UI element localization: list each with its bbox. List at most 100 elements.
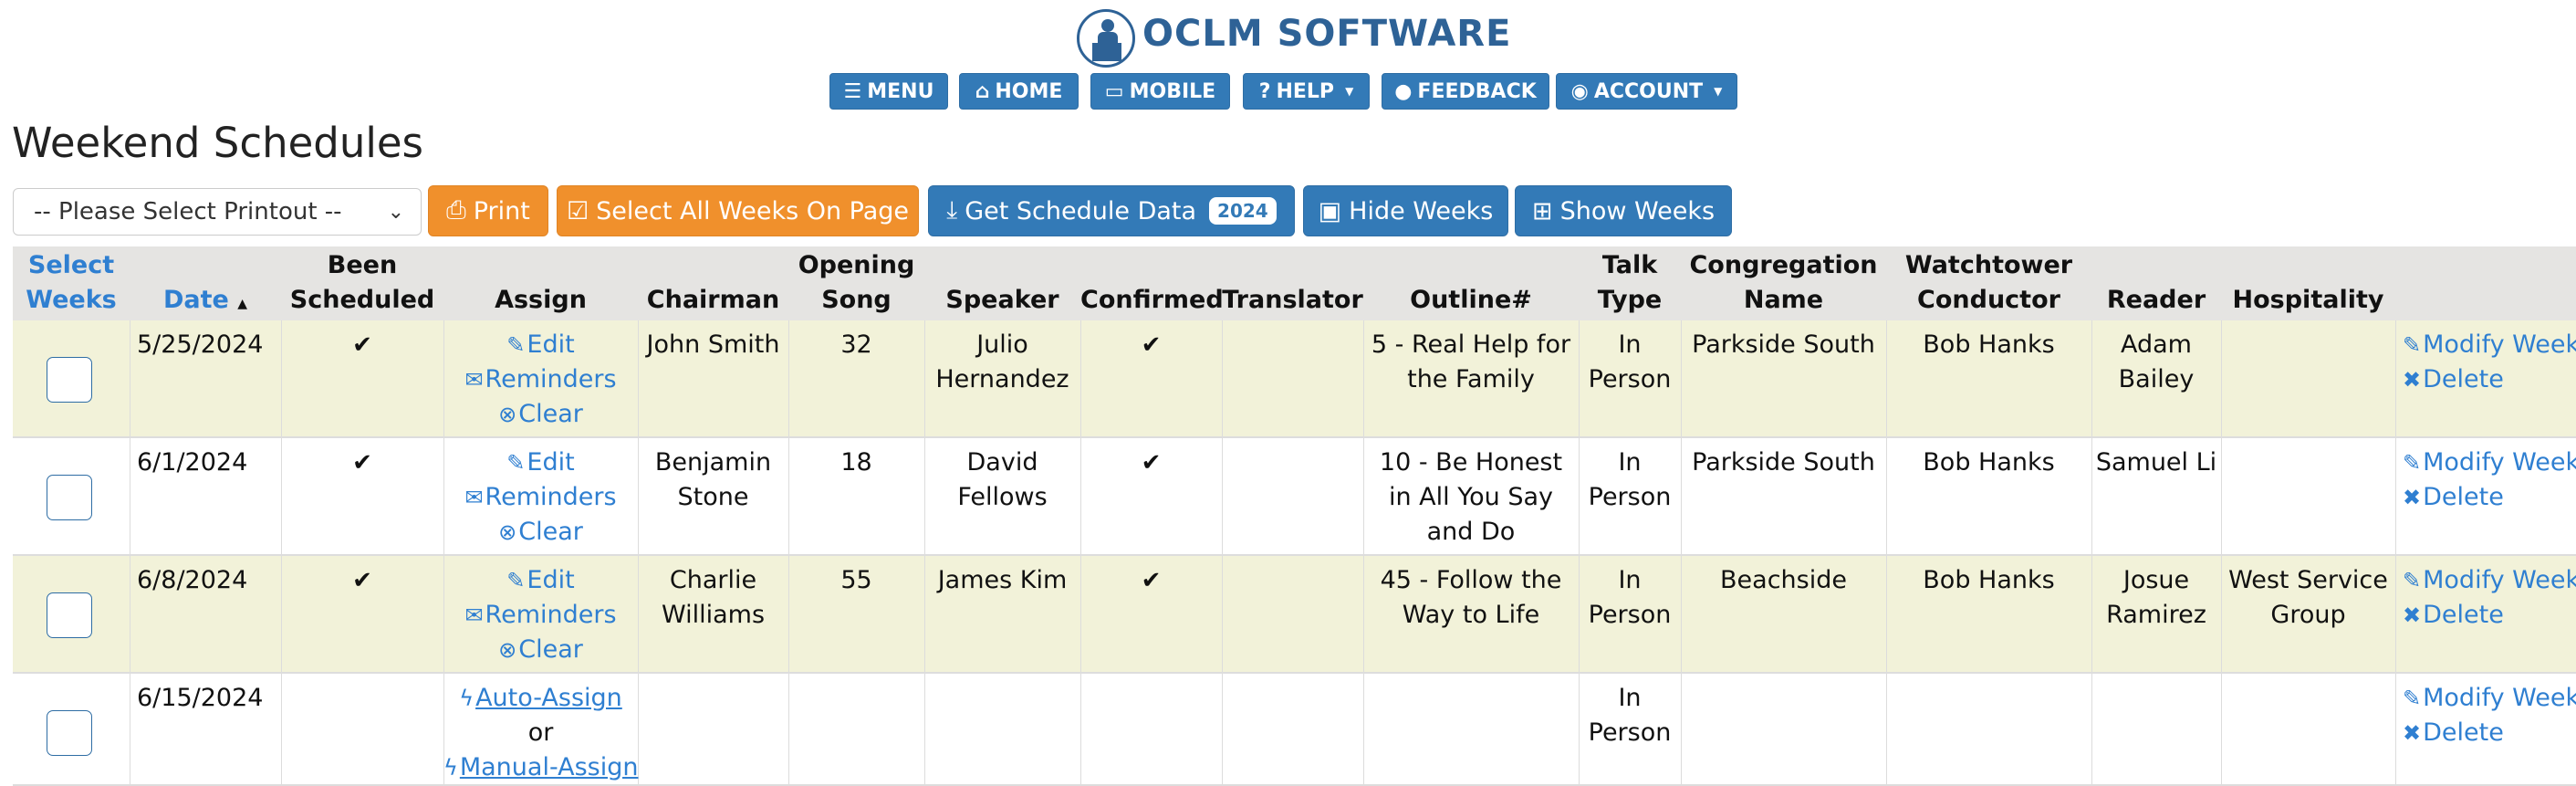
column-divider [1363, 320, 1364, 436]
been-scheduled-check-icon: ✔ [352, 331, 372, 359]
show-weeks-button[interactable]: ⊞ Show Weeks [1515, 185, 1732, 236]
talk-type-cell-line: Person [1588, 718, 1672, 747]
modify-week-link[interactable]: ✎Modify Week [2403, 563, 2576, 598]
brand-title[interactable]: OCLM SOFTWARE [1142, 13, 1511, 55]
outline-cell-line: 10 - Be Honest [1379, 448, 1563, 477]
reminders-link[interactable]: ✉Reminders [443, 362, 638, 397]
column-divider [1080, 674, 1081, 784]
row-actions-cell: ✎Modify Week ✖Delete [2403, 328, 2576, 397]
chairman-cell-line: John Smith [646, 330, 780, 359]
print-button[interactable]: ⎙ Print [428, 185, 548, 236]
column-divider [1363, 674, 1364, 784]
chairman-cell-line: Williams [661, 601, 766, 629]
column-divider [638, 438, 639, 554]
watchtower-conductor-cell: Bob Hanks [1923, 330, 2055, 359]
assign-cell: ✎Edit ✉Reminders ⊗Clear [443, 445, 638, 550]
delete-x-icon: ✖ [2403, 367, 2422, 393]
year-badge: 2024 [1209, 197, 1277, 225]
congregation-cell: Beachside [1720, 566, 1847, 594]
oclm-logo[interactable] [1077, 9, 1135, 68]
pencil-icon: ✎ [506, 568, 526, 593]
header-outline: Outline# [1410, 286, 1532, 314]
delete-link[interactable]: ✖Delete [2403, 598, 2576, 633]
speaker-cell-line: Fellows [957, 483, 1048, 511]
column-divider [281, 674, 282, 784]
edit-link[interactable]: ✎Edit [443, 563, 638, 598]
chairman-cell: Benjamin Stone [641, 445, 785, 515]
modify-week-link[interactable]: ✎Modify Week [2403, 328, 2576, 362]
talk-type-cell-line: Person [1588, 601, 1672, 629]
reminders-link[interactable]: ✉Reminders [443, 598, 638, 633]
delete-link-label: Delete [2423, 365, 2504, 393]
header-hospitality: Hospitality [2232, 286, 2384, 314]
pencil-icon: ✎ [506, 450, 526, 476]
table-row: 6/8/2024 ✔ ✎Edit ✉Reminders ⊗Clear Charlie Wil… [13, 556, 2576, 674]
header-chairman: Chairman [646, 286, 780, 314]
delete-link-label: Delete [2423, 483, 2504, 511]
modify-week-link-label: Modify Week [2423, 566, 2576, 594]
clear-link[interactable]: ⊗Clear [443, 397, 638, 432]
row-actions-cell: ✎Modify Week ✖Delete [2403, 563, 2576, 633]
nav-feedback-button[interactable]: ● FEEDBACK [1382, 73, 1549, 110]
select-all-weeks-button[interactable]: ☑ Select All Weeks On Page [557, 185, 919, 236]
outline-cell-line: the Family [1407, 365, 1535, 393]
opening-song-cell: 18 [840, 448, 872, 477]
chevron-down-icon: ⌄ [387, 200, 404, 224]
column-divider [2091, 674, 2092, 784]
pencil-icon: ✎ [2403, 568, 2422, 593]
modify-week-link[interactable]: ✎Modify Week [2403, 445, 2576, 480]
delete-link[interactable]: ✖Delete [2403, 716, 2576, 750]
table-row: 6/15/2024 ϟAuto-Assign or ϟManual-Assign In P… [13, 674, 2576, 786]
nav-account-dropdown[interactable]: ◉ ACCOUNT ▼ [1556, 73, 1737, 110]
column-divider [924, 674, 925, 784]
header-date-sort[interactable]: Date ▲ [130, 283, 281, 321]
talk-type-cell-line: In [1618, 330, 1642, 359]
edit-link[interactable]: ✎Edit [443, 328, 638, 362]
column-divider [638, 320, 639, 436]
reminders-link[interactable]: ✉Reminders [443, 480, 638, 515]
column-divider [2221, 556, 2222, 672]
pencil-icon: ✎ [2403, 686, 2422, 711]
get-schedule-data-button[interactable]: ⤓ Get Schedule Data 2024 [928, 185, 1295, 236]
clear-link-label: Clear [518, 635, 583, 664]
clear-link[interactable]: ⊗Clear [443, 515, 638, 550]
outline-cell: 10 - Be Honest in All You Say and Do [1367, 445, 1575, 550]
speaker-cell-line: Hernandez [935, 365, 1069, 393]
nav-mobile-button[interactable]: ▭ MOBILE [1090, 73, 1230, 110]
header-been-scheduled: Been Scheduled [289, 251, 435, 314]
hospitality-cell: West Service Group [2225, 563, 2392, 633]
edit-link[interactable]: ✎Edit [443, 445, 638, 480]
been-scheduled-check-icon: ✔ [352, 449, 372, 477]
column-divider [2091, 320, 2092, 436]
column-divider [924, 320, 925, 436]
nav-menu-button[interactable]: ☰ MENU [829, 73, 948, 110]
column-divider [2395, 320, 2396, 436]
talk-type-cell: In Person [1582, 681, 1677, 750]
select-week-checkbox[interactable] [47, 475, 92, 520]
monitor-icon: ▭ [1104, 79, 1124, 103]
nav-home-button[interactable]: ⌂ HOME [959, 73, 1079, 110]
hide-weeks-button[interactable]: ▣ Hide Weeks [1303, 185, 1508, 236]
clear-circle-icon: ⊗ [498, 519, 517, 545]
clear-circle-icon: ⊗ [498, 402, 517, 427]
confirmed-check-icon: ✔ [1141, 449, 1162, 477]
delete-link[interactable]: ✖Delete [2403, 480, 2576, 515]
header-watchtower-conductor: Watchtower Conductor [1904, 251, 2073, 314]
select-week-checkbox[interactable] [47, 357, 92, 403]
modify-week-link[interactable]: ✎Modify Week [2403, 681, 2576, 716]
manual-assign-link[interactable]: ϟManual-Assign [443, 750, 638, 785]
outline-cell-line: in All You Say [1388, 483, 1554, 511]
column-divider [1886, 674, 1887, 784]
chairman-cell: John Smith [641, 328, 785, 362]
printout-select[interactable]: -- Please Select Printout -- ⌄ [13, 188, 422, 236]
header-select-weeks[interactable]: Select Weeks [13, 248, 130, 318]
column-divider [2221, 320, 2222, 436]
clear-link[interactable]: ⊗Clear [443, 633, 638, 667]
select-week-checkbox[interactable] [47, 592, 92, 638]
nav-help-dropdown[interactable]: ? HELP ▼ [1243, 73, 1370, 110]
auto-assign-link[interactable]: ϟAuto-Assign [443, 681, 638, 716]
select-week-checkbox[interactable] [47, 710, 92, 756]
column-divider [2091, 438, 2092, 554]
speaker-cell: Julio Hernandez [928, 328, 1077, 397]
delete-link[interactable]: ✖Delete [2403, 362, 2576, 397]
